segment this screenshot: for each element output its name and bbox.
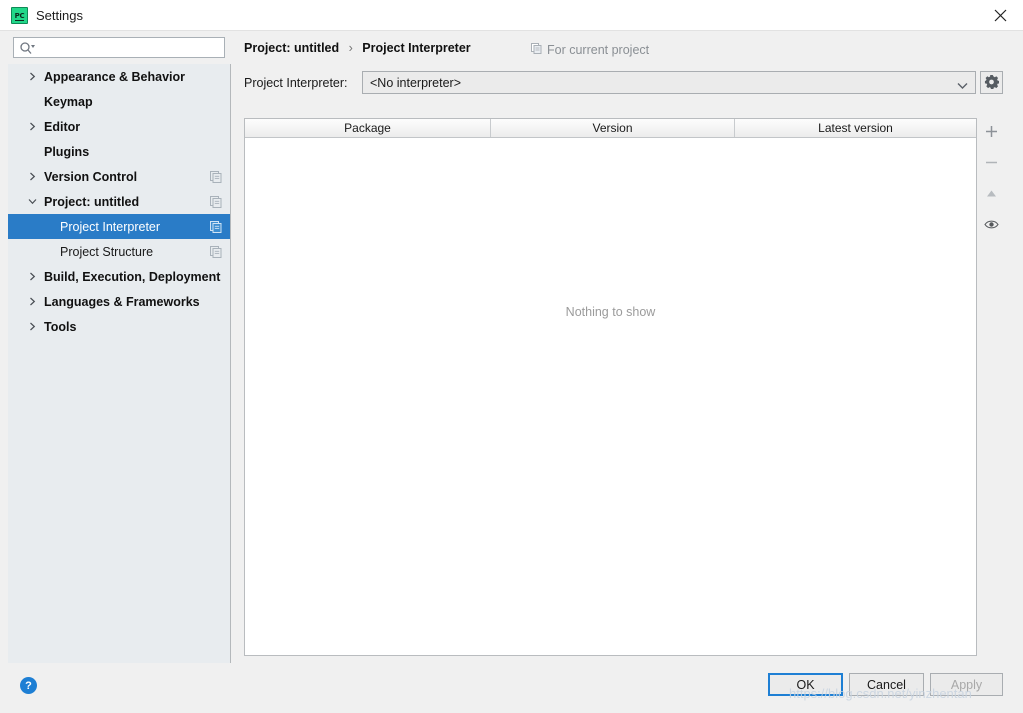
sidebar-item-build-execution-deployment[interactable]: Build, Execution, Deployment bbox=[8, 264, 230, 289]
copy-icon bbox=[210, 195, 222, 208]
sidebar-item-label: Editor bbox=[44, 119, 81, 134]
chevron-right-icon[interactable] bbox=[27, 172, 37, 182]
sidebar-item-label: Plugins bbox=[44, 144, 90, 159]
chevron-right-icon[interactable] bbox=[27, 272, 37, 282]
for-current-project-label: For current project bbox=[531, 43, 649, 57]
close-icon[interactable] bbox=[977, 0, 1023, 30]
upgrade-package-button[interactable] bbox=[981, 184, 1002, 205]
chevron-right-icon[interactable] bbox=[27, 72, 37, 82]
ok-button[interactable]: OK bbox=[768, 673, 843, 696]
chevron-right-icon[interactable] bbox=[27, 322, 37, 332]
sidebar-item-appearance-behavior[interactable]: Appearance & Behavior bbox=[8, 64, 230, 89]
sidebar-item-label: Appearance & Behavior bbox=[44, 69, 186, 84]
search-box[interactable] bbox=[13, 37, 226, 59]
breadcrumb-separator: › bbox=[348, 41, 353, 55]
up-arrow-icon bbox=[985, 187, 998, 203]
sidebar-item-project-untitled[interactable]: Project: untitled bbox=[8, 189, 230, 214]
add-package-button[interactable] bbox=[981, 122, 1002, 143]
copy-icon bbox=[210, 220, 222, 233]
cancel-button[interactable]: Cancel bbox=[849, 673, 924, 696]
breadcrumb-parent[interactable]: Project: untitled bbox=[244, 41, 339, 55]
chevron-right-icon[interactable] bbox=[27, 122, 37, 132]
eye-icon bbox=[984, 219, 999, 233]
empty-state-message: Nothing to show bbox=[565, 305, 656, 319]
sidebar-item-label: Project Structure bbox=[60, 244, 154, 259]
sidebar-item-label: Keymap bbox=[44, 94, 93, 109]
apply-button: Apply bbox=[930, 673, 1003, 696]
sidebar-item-label: Languages & Frameworks bbox=[44, 294, 200, 309]
search-input[interactable] bbox=[38, 38, 226, 59]
copy-icon bbox=[210, 170, 222, 183]
column-header-package[interactable]: Package bbox=[245, 119, 490, 137]
sidebar-item-keymap[interactable]: Keymap bbox=[8, 89, 230, 114]
chevron-down-icon bbox=[957, 79, 968, 93]
sidebar-item-version-control[interactable]: Version Control bbox=[8, 164, 230, 189]
minus-icon bbox=[985, 156, 998, 172]
copy-icon bbox=[531, 43, 542, 57]
sidebar-item-tools[interactable]: Tools bbox=[8, 314, 230, 339]
column-header-version[interactable]: Version bbox=[490, 119, 734, 137]
interpreter-value: <No interpreter> bbox=[370, 75, 462, 90]
breadcrumb-current: Project Interpreter bbox=[362, 41, 471, 55]
column-header-latest-version[interactable]: Latest version bbox=[734, 119, 976, 137]
remove-package-button[interactable] bbox=[981, 153, 1002, 174]
title-bar: PC Settings bbox=[0, 0, 1023, 31]
window-title: Settings bbox=[36, 8, 83, 23]
chevron-down-icon[interactable] bbox=[27, 197, 37, 207]
sidebar-item-label: Build, Execution, Deployment bbox=[44, 269, 221, 284]
help-button[interactable]: ? bbox=[20, 677, 37, 694]
packages-table-header: Package Version Latest version bbox=[245, 119, 976, 138]
interpreter-label: Project Interpreter: bbox=[244, 76, 348, 90]
sidebar-item-project-structure[interactable]: Project Structure bbox=[8, 239, 230, 264]
sidebar-item-plugins[interactable]: Plugins bbox=[8, 139, 230, 164]
sidebar-item-label: Project: untitled bbox=[44, 194, 140, 209]
plus-icon bbox=[985, 125, 998, 141]
copy-icon bbox=[210, 245, 222, 258]
packages-toolbar bbox=[978, 118, 1003, 656]
packages-table: Package Version Latest version Nothing to … bbox=[244, 118, 977, 656]
show-early-releases-button[interactable] bbox=[981, 215, 1002, 236]
settings-dialog: PC Settings Appearance & Behavior Keymap E… bbox=[0, 0, 1023, 713]
sidebar-item-languages-frameworks[interactable]: Languages & Frameworks bbox=[8, 289, 230, 314]
chevron-right-icon[interactable] bbox=[27, 297, 37, 307]
sidebar-item-label: Project Interpreter bbox=[60, 219, 161, 234]
gear-icon bbox=[984, 74, 1000, 92]
sidebar-item-label: Version Control bbox=[44, 169, 138, 184]
settings-category-tree: Appearance & Behavior Keymap Editor Plugins… bbox=[8, 64, 231, 663]
interpreter-dropdown[interactable]: <No interpreter> bbox=[362, 71, 976, 94]
sidebar-item-editor[interactable]: Editor bbox=[8, 114, 230, 139]
sidebar-item-label: Tools bbox=[44, 319, 77, 334]
search-icon bbox=[19, 41, 35, 55]
interpreter-settings-button[interactable] bbox=[980, 71, 1003, 94]
pycharm-icon: PC bbox=[11, 7, 28, 24]
breadcrumb: Project: untitled › Project Interpreter bbox=[244, 41, 471, 55]
for-current-project-text: For current project bbox=[547, 43, 650, 57]
sidebar-item-project-interpreter[interactable]: Project Interpreter bbox=[8, 214, 230, 239]
